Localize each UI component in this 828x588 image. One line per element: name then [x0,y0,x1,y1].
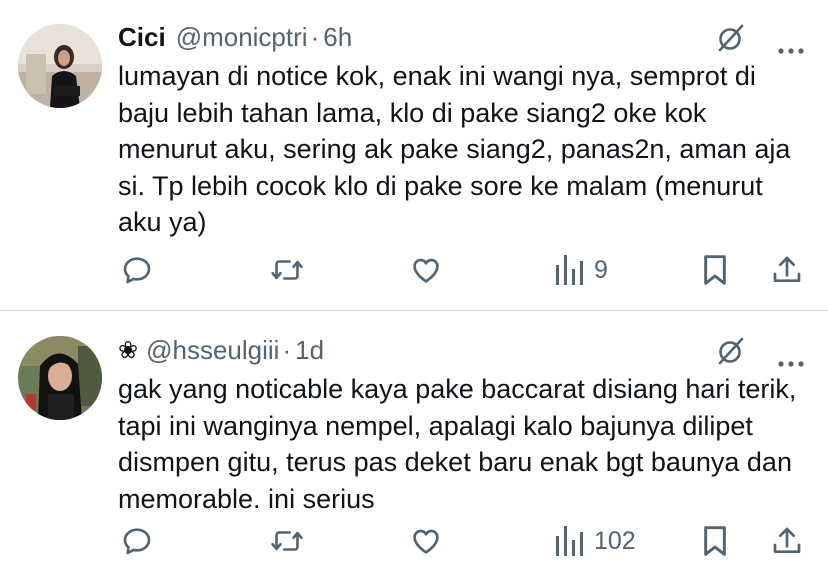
action-bar: 9 [0,250,828,290]
timestamp[interactable]: 6h [323,22,352,53]
avatar[interactable] [18,24,102,108]
like-button[interactable] [410,250,442,290]
share-icon [771,254,803,286]
reply-button[interactable] [121,250,153,290]
more-icon[interactable] [778,343,804,374]
tweet[interactable]: ❀ @hsseulgiii · 1d gak yang noticable ka… [0,311,828,588]
separator: · [310,21,320,52]
bookmark-icon [701,525,729,557]
action-bar: 102 [0,521,828,561]
avatar[interactable] [18,336,102,420]
like-button[interactable] [410,521,442,561]
views-button[interactable]: 102 [556,521,636,561]
tweet[interactable]: Cici @monicptri · 6h lumayan di notice k… [0,0,828,310]
retweet-icon [270,525,304,557]
reply-icon [121,525,153,557]
views-button[interactable]: 9 [556,250,608,290]
user-handle[interactable]: @hsseulgiii [146,335,279,366]
reply-button[interactable] [121,521,153,561]
user-handle[interactable]: @monicptri [176,22,308,53]
bookmark-button[interactable] [701,521,729,561]
share-icon [771,525,803,557]
display-name[interactable]: Cici [118,22,166,53]
flower-emoji: ❀ [118,336,139,364]
tweet-header: Cici @monicptri · 6h [118,18,808,56]
reply-icon [121,254,153,286]
views-count: 102 [594,526,636,555]
views-icon [556,526,584,556]
tweet-text: gak yang noticable kaya pake baccarat di… [118,374,797,514]
more-icon[interactable] [778,30,804,61]
retweet-button[interactable] [270,250,304,290]
retweet-button[interactable] [270,521,304,561]
bookmark-icon [701,254,729,286]
separator: · [282,334,292,365]
share-button[interactable] [771,521,803,561]
like-icon [410,525,442,557]
bookmark-button[interactable] [701,250,729,290]
tweet-header: ❀ @hsseulgiii · 1d [118,331,808,369]
grok-icon[interactable] [716,336,746,373]
grok-icon[interactable] [716,23,746,60]
retweet-icon [270,254,304,286]
timestamp[interactable]: 1d [295,335,324,366]
like-icon [410,254,442,286]
views-icon [556,255,584,285]
views-count: 9 [594,255,608,284]
tweet-text: lumayan di notice kok, enak ini wangi ny… [118,61,791,237]
share-button[interactable] [771,250,803,290]
